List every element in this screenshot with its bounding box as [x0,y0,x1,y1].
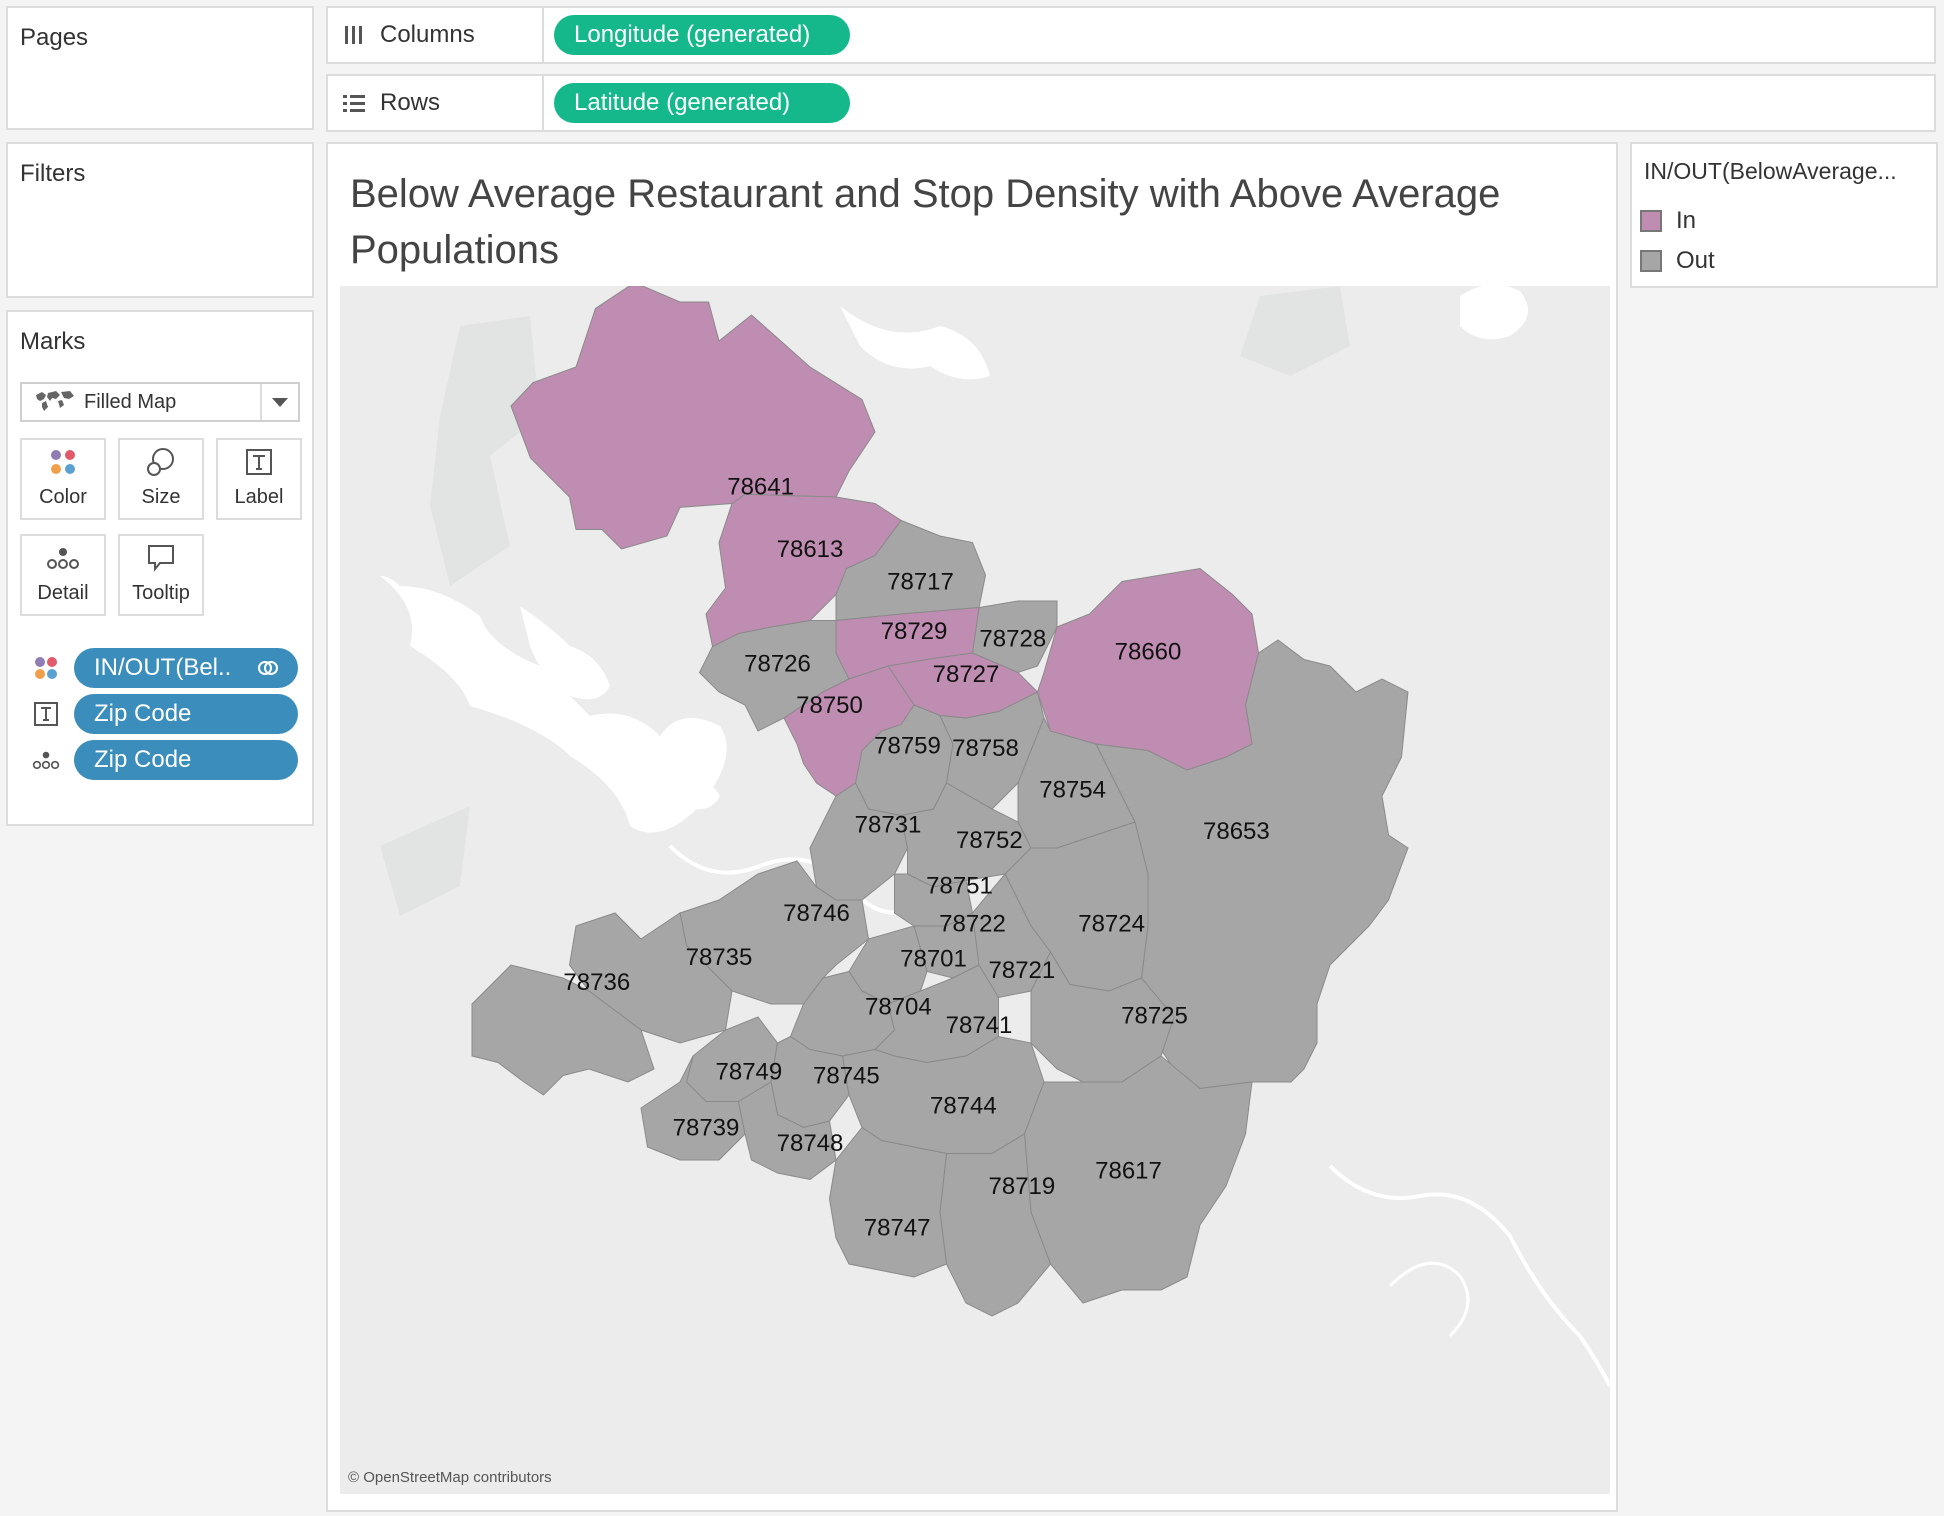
pages-card[interactable]: Pages [6,6,314,130]
zip-label-78728: 78728 [979,626,1046,653]
rows-shelf-header: Rows [328,76,544,130]
color-icon [51,450,75,474]
columns-pill[interactable]: Longitude (generated) [554,15,850,55]
pages-title: Pages [20,24,89,51]
zip-label-78617: 78617 [1095,1157,1162,1184]
zip-label-78725: 78725 [1121,1003,1188,1030]
label-field-label: Zip Code [94,700,192,727]
marks-card: Marks Filled Map Color Size Label Detail… [6,310,314,826]
zip-label-78758: 78758 [952,735,1019,762]
columns-label: Columns [380,21,475,48]
marks-title: Marks [20,328,86,355]
dropdown-separator [260,384,262,420]
legend-item-out[interactable]: Out [1640,246,1715,276]
zip-label-78717: 78717 [887,569,954,596]
detail-button-label: Detail [37,582,89,604]
color-field-pill[interactable]: IN/OUT(Bel.. [74,648,298,688]
color-field-row: IN/OUT(Bel.. [20,648,300,688]
zip-label-78727: 78727 [933,661,1000,688]
legend-swatch-in [1640,210,1662,232]
label-icon [34,702,58,726]
detail-field-label: Zip Code [94,746,192,773]
label-button[interactable]: Label [216,438,302,520]
zip-label-78726: 78726 [744,650,811,677]
zip-label-78736: 78736 [563,969,630,996]
legend-label-in: In [1676,207,1697,234]
legend-title: IN/OUT(BelowAverage... [1644,158,1897,184]
zip-label-78735: 78735 [686,944,753,971]
zip-label-78752: 78752 [956,827,1023,854]
columns-icon [345,26,362,44]
map-icon [36,391,74,411]
columns-shelf-header: Columns [328,8,544,62]
detail-icon [32,751,60,770]
label-icon [246,449,272,475]
color-icon [35,657,57,679]
tooltip-button-label: Tooltip [132,582,190,604]
zip-label-78741: 78741 [946,1012,1013,1039]
zip-label-78746: 78746 [783,900,850,927]
label-field-pill[interactable]: Zip Code [74,694,298,734]
tooltip-button[interactable]: Tooltip [118,534,204,616]
color-button-label: Color [39,486,87,508]
label-button-label: Label [234,486,284,508]
columns-shelf[interactable]: Columns Longitude (generated) [326,6,1936,64]
zip-region-78747[interactable] [830,1128,947,1278]
legend-label-out: Out [1676,247,1715,274]
mark-type-dropdown[interactable]: Filled Map [20,382,300,422]
columns-pill-label: Longitude (generated) [574,21,811,48]
mark-type-label: Filled Map [84,390,177,413]
osm-attribution: © OpenStreetMap contributors [348,1469,552,1486]
zip-label-78660: 78660 [1115,639,1182,666]
detail-field-row: Zip Code [20,740,300,780]
legend-swatch-out [1640,250,1662,272]
zip-label-78748: 78748 [777,1130,844,1157]
filters-title: Filters [20,160,86,187]
zip-label-78745: 78745 [813,1063,880,1090]
detail-field-pill[interactable]: Zip Code [74,740,298,780]
zip-label-78749: 78749 [716,1059,783,1086]
zip-label-78653: 78653 [1203,818,1270,845]
zip-label-78747: 78747 [864,1215,931,1242]
zip-label-78724: 78724 [1078,910,1145,937]
chevron-down-icon[interactable] [272,398,288,407]
map-canvas[interactable]: 78717 78728 78726 78759 78758 78754 78653 78731… [340,286,1610,1494]
rows-pill-label: Latitude (generated) [574,89,791,116]
rows-icon [343,95,365,112]
zip-label-78719: 78719 [989,1173,1056,1200]
zip-label-78613: 78613 [777,536,844,563]
size-button[interactable]: Size [118,438,204,520]
zip-label-78754: 78754 [1039,777,1106,804]
zip-label-78722: 78722 [939,910,1006,937]
rows-label: Rows [380,89,441,116]
zip-label-78750: 78750 [796,692,863,719]
filters-card[interactable]: Filters [6,142,314,298]
rows-shelf[interactable]: Rows Latitude (generated) [326,74,1936,132]
tooltip-icon [148,545,174,572]
map[interactable]: 78717 78728 78726 78759 78758 78754 78653 78731… [340,286,1610,1494]
view-title: Below Average Restaurant and Stop Densit… [350,172,1501,272]
zip-label-78744: 78744 [930,1092,997,1119]
view-card: Below Average Restaurant and Stop Densit… [326,142,1618,1512]
zip-label-78739: 78739 [673,1115,740,1142]
size-icon [147,448,174,476]
zip-label-78704: 78704 [865,994,932,1021]
zip-label-78641: 78641 [727,474,794,501]
zip-label-78759: 78759 [874,732,941,759]
detail-button[interactable]: Detail [20,534,106,616]
size-button-label: Size [141,486,181,508]
color-button[interactable]: Color [20,438,106,520]
legend-item-in[interactable]: In [1640,206,1696,236]
color-field-label: IN/OUT(Bel.. [94,654,232,681]
zip-label-78731: 78731 [855,812,922,839]
zip-label-78751: 78751 [926,873,993,900]
rows-pill[interactable]: Latitude (generated) [554,83,850,123]
detail-icon [47,548,79,569]
legend-card[interactable]: IN/OUT(BelowAverage... In Out [1630,142,1938,288]
zip-label-78701: 78701 [900,946,967,973]
link-icon [258,661,278,675]
zip-label-78729: 78729 [881,618,948,645]
label-field-row: Zip Code [20,694,300,734]
zip-label-78721: 78721 [989,957,1056,984]
